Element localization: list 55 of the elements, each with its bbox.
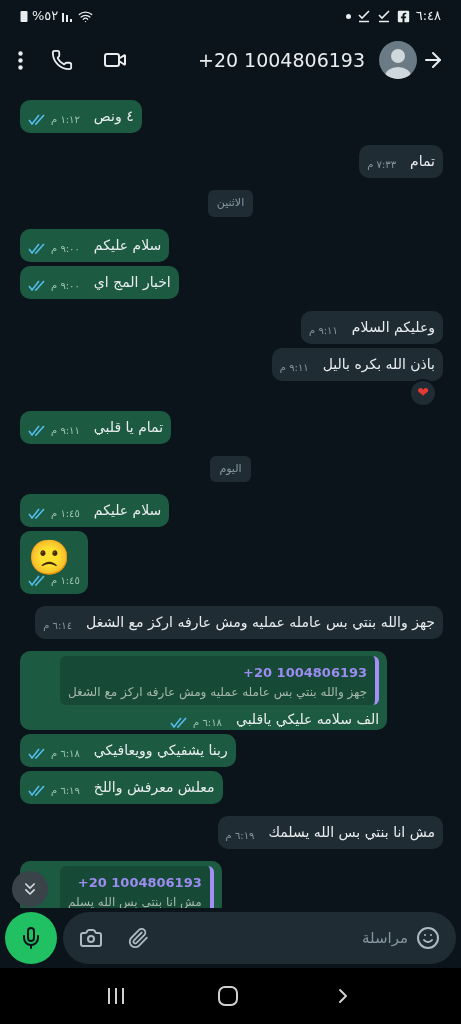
download-done-icon [376, 9, 391, 23]
recent-apps-icon[interactable] [106, 988, 125, 1004]
message-time: ٦:١٨ م [51, 747, 80, 761]
date-chip: الاثنين [207, 190, 254, 217]
scroll-down-button[interactable] [12, 871, 48, 907]
message-time: ٩:٠٠ م [51, 241, 80, 256]
quoted-sender: +20 1004806193 [242, 664, 368, 682]
message-text: جهز والله بنتي بس عامله عمليه ومش عارفه اركز مع الشغل [86, 613, 435, 633]
quoted-sender: +20 1004806193 [76, 874, 202, 892]
message-text: معلش معرفش واللخ [93, 778, 215, 798]
message-text: ٤ ونص [93, 107, 134, 127]
message-text: ربنا يشفيكي وويعافيكي [93, 741, 228, 761]
message-time: ٩:١١ م [309, 323, 338, 338]
message-time: ٩:١١ م [279, 360, 309, 375]
reaction-chip[interactable]: ❤ [409, 378, 437, 407]
quoted-text: جهز والله بنتي بس عامله عمليه ومش عارفه اركز مع الشغل [68, 684, 368, 701]
signal-icon [62, 10, 75, 22]
clock: ٦:٤٨ [415, 7, 441, 26]
message-field[interactable]: مراسلة [63, 912, 456, 964]
download-done-icon [356, 9, 371, 23]
message-text: تمام [410, 152, 435, 171]
message-text: باذن الله بكره باليل [322, 354, 435, 375]
message-text: وعليكم السلام [351, 317, 435, 338]
attach-icon[interactable] [127, 927, 149, 949]
battery-percent: %٥٢ [32, 7, 59, 26]
message-text: اخبار المج اي [93, 272, 171, 293]
message-time: ٦:١٩ م [51, 784, 80, 798]
menu-icon [18, 50, 23, 70]
message-text: الف سلامه عليكي ياقلبي [235, 710, 380, 729]
message-time: ٩:١١ م [51, 423, 80, 438]
message-emoji: 🙁 [28, 537, 70, 577]
voice-message-button[interactable] [5, 912, 57, 964]
message-text: مش انا بنتي بس الله يسلمك [268, 823, 435, 843]
contact-name[interactable]: +20 1004806193 [197, 45, 365, 75]
message-text: تمام يا قلبي [93, 417, 164, 437]
message-time: ٦:١٤ م [43, 619, 73, 633]
message-time: ١:١٢ م [51, 113, 80, 127]
message-time: ١:٤٥ م [51, 507, 80, 521]
message-time: ٦:١٨ م [193, 716, 222, 730]
message-time: ١:٤٥ م [51, 575, 80, 588]
message-input[interactable]: مراسلة [157, 926, 408, 950]
message-time: ٦:١٩ م [225, 829, 255, 843]
home-icon[interactable] [217, 986, 238, 1006]
date-chip: اليوم [210, 455, 251, 482]
emoji-icon[interactable] [416, 926, 440, 950]
message-time: ٧:٣٣ م [367, 158, 397, 172]
wifi-icon [78, 8, 94, 24]
message-text: سلام عليكم [93, 501, 162, 521]
phone-icon [51, 49, 73, 71]
message-text: سلام عليكم [93, 235, 162, 256]
avatar[interactable] [379, 41, 417, 79]
battery-icon [20, 10, 28, 22]
facebook-icon [396, 9, 410, 23]
camera-icon[interactable] [79, 926, 103, 950]
message-time: ٩:٠٠ م [51, 278, 80, 293]
